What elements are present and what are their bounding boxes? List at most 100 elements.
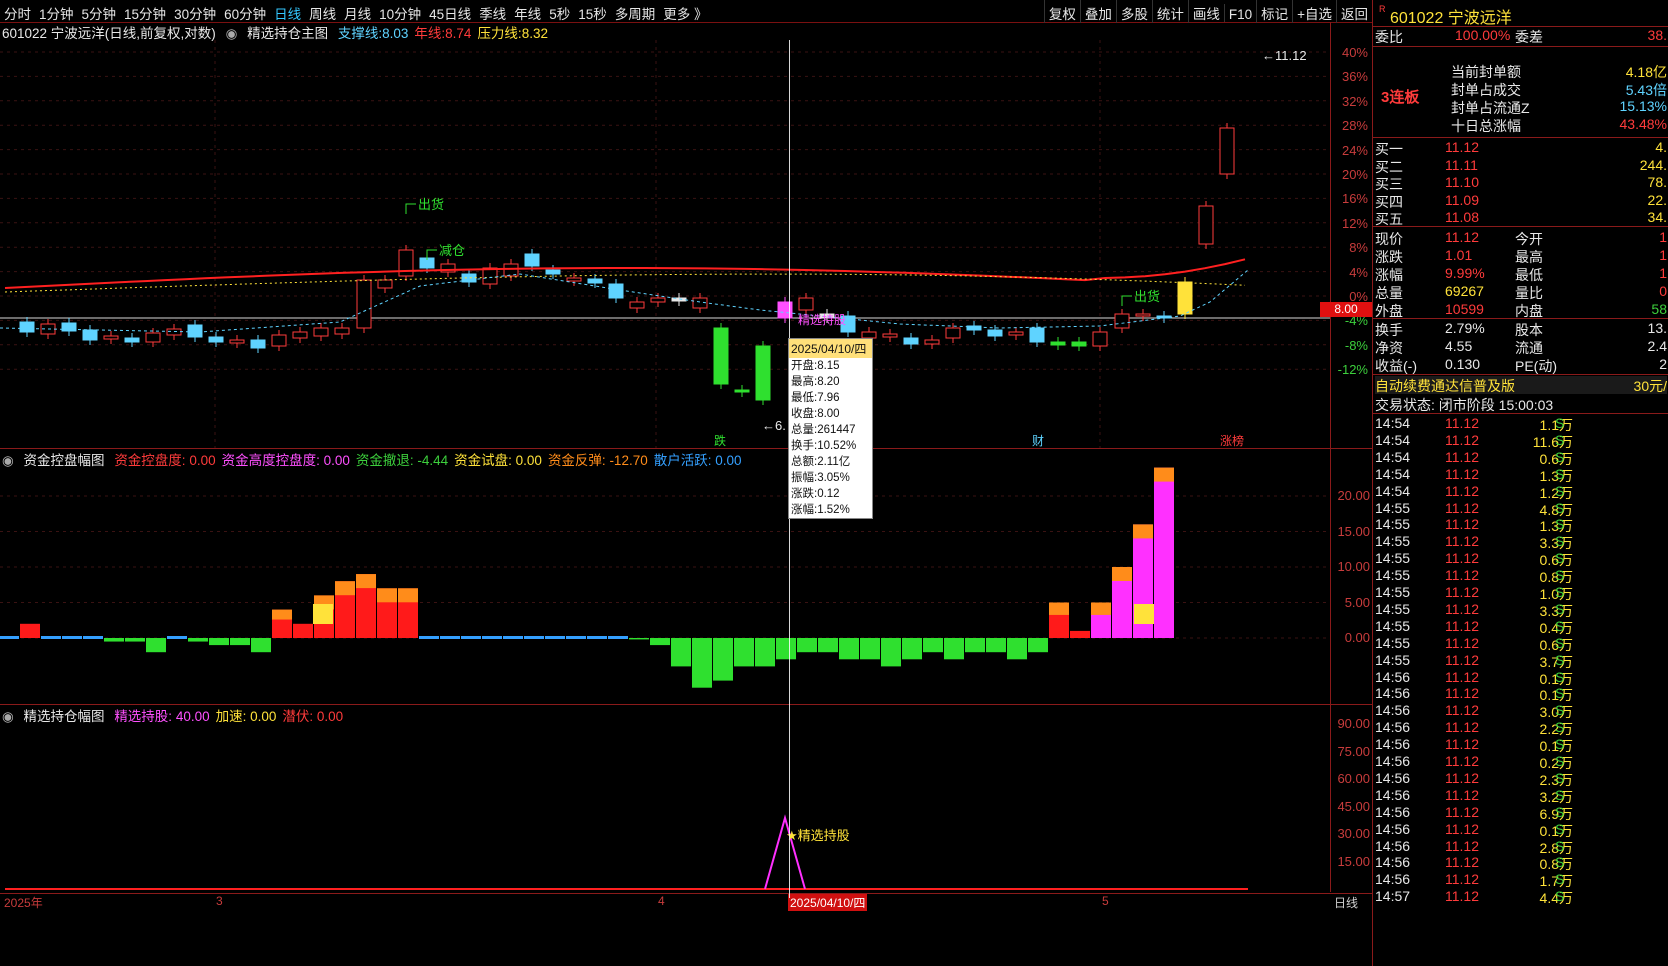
toolbar-button[interactable]: 多股 xyxy=(1115,0,1152,23)
trade-status: 交易状态: 闭市阶段 15:00:03 xyxy=(1375,397,1554,413)
select-hold-chart[interactable]: ★精选持股 xyxy=(0,722,1330,894)
candle-body xyxy=(103,335,119,340)
tooltip-date: 2025/04/10/四 xyxy=(789,339,872,358)
period-tab[interactable]: 日线 xyxy=(270,0,305,23)
fund-control-chart[interactable] xyxy=(0,466,1330,704)
candle-body xyxy=(334,327,350,335)
fund-bar xyxy=(776,638,796,660)
candle-body xyxy=(1198,205,1214,245)
bid-row[interactable]: 买一 11.12 4. xyxy=(1375,139,1667,157)
candle-body xyxy=(145,332,161,343)
period-tab[interactable]: 30分钟 xyxy=(170,0,220,23)
tooltip-row: 最高:8.20 xyxy=(791,376,840,388)
fund-bar xyxy=(20,623,40,638)
stat-row: 净资 4.55 流通 2.4 xyxy=(1375,338,1667,356)
fund-bar xyxy=(923,638,943,653)
candle-body xyxy=(356,279,372,329)
candle-body xyxy=(945,327,961,339)
fund-bar xyxy=(440,636,460,639)
sell-signal-label-2-arrow-icon xyxy=(1121,295,1132,306)
period-tab[interactable]: 更多 》 xyxy=(659,0,711,23)
fund-bar xyxy=(251,638,271,653)
bid-row[interactable]: 买二 11.11 244. xyxy=(1375,157,1667,175)
self-select-button[interactable]: +自选 xyxy=(1292,0,1336,23)
candle-body xyxy=(650,297,666,303)
tick-row: 14:55 11.12 3.3万 S xyxy=(1375,600,1573,619)
service-notice[interactable]: 自动续费通达信普及版 30元/ xyxy=(1375,376,1667,394)
toolbar-button[interactable]: 复权 xyxy=(1043,0,1080,23)
stat-row: 收益(-) 0.130 PE(动) 2 xyxy=(1375,356,1667,374)
indicator-name[interactable]: 精选持仓主图 xyxy=(247,26,328,41)
tick-row: 14:55 11.12 3.7万 S xyxy=(1375,651,1573,670)
tick-row: 14:56 11.12 0.1万 S xyxy=(1375,820,1573,839)
candle-body xyxy=(166,328,182,336)
tick-row: 14:54 11.12 0.6万 S xyxy=(1375,448,1573,467)
period-tab[interactable]: 10分钟 xyxy=(375,0,425,23)
tick-row: 14:56 11.12 0.1万 S xyxy=(1375,668,1573,687)
quote-panel: R 601022 宁波远洋 委比 100.00% 委差 38. 3连板 当前封单… xyxy=(1372,0,1668,966)
tick-row: 14:55 11.12 3.3万 S xyxy=(1375,533,1573,552)
tick-row: 14:56 11.12 0.8万 S xyxy=(1375,854,1573,873)
bid-row[interactable]: 买三 11.10 78. xyxy=(1375,174,1667,192)
fund-bar xyxy=(146,638,166,653)
fund-bar-top xyxy=(1112,567,1132,581)
toolbar-button[interactable]: 返回 xyxy=(1336,0,1372,23)
period-tab[interactable]: 15秒 xyxy=(574,0,611,23)
toolbar-button[interactable]: 叠加 xyxy=(1079,0,1116,23)
bid-row[interactable]: 买五 11.08 34. xyxy=(1375,209,1667,227)
fund-bar-cap xyxy=(313,604,333,624)
stock-code: 601022 xyxy=(1389,10,1444,27)
tick-row: 14:56 11.12 0.2万 S xyxy=(1375,753,1573,771)
period-tab[interactable]: 45日线 xyxy=(425,0,475,23)
seal-info-row: 封单占流通Z 15.13% xyxy=(1451,98,1667,116)
candlestick-chart[interactable]: 出货减仓出货精选持股←11.12←6.跌财涨榜 xyxy=(0,40,1330,450)
period-tab[interactable]: 周线 xyxy=(305,0,340,23)
fund-bar xyxy=(482,636,502,639)
period-tab[interactable]: 月线 xyxy=(340,0,375,23)
tick-row: 14:54 11.12 1.1万 S xyxy=(1375,415,1573,433)
fund-bar xyxy=(629,638,649,640)
tick-row: 14:55 11.12 0.6万 S xyxy=(1375,550,1573,569)
fund-bar xyxy=(671,638,691,667)
low-price-label: ←6. xyxy=(762,418,786,433)
fund-bar xyxy=(41,636,61,639)
bid-row[interactable]: 买四 11.09 22. xyxy=(1375,192,1667,210)
fund-bar xyxy=(1154,467,1174,638)
x-axis-label: 3 xyxy=(216,894,223,908)
toolbar-button[interactable]: 标记 xyxy=(1256,0,1292,23)
toolbar-button[interactable]: 统计 xyxy=(1151,0,1188,23)
event-marker: 涨榜 xyxy=(1220,433,1244,448)
fund-bar xyxy=(860,638,880,660)
period-tab[interactable]: 15分钟 xyxy=(120,0,170,23)
fund-bar xyxy=(1007,638,1027,660)
event-marker: 财 xyxy=(1032,434,1044,448)
legend-line-value: 压力线:8.32 xyxy=(477,26,548,41)
candle-body xyxy=(482,267,498,285)
period-tab[interactable]: 60分钟 xyxy=(220,0,270,23)
period-tab[interactable]: 分时 xyxy=(0,0,35,23)
fund-bar xyxy=(62,636,82,639)
candle-body xyxy=(19,321,35,333)
tooltip-row: 最低:7.96 xyxy=(791,392,840,404)
period-tab[interactable]: 5秒 xyxy=(545,0,574,23)
legend-line-value: 年线:8.74 xyxy=(414,26,472,41)
fund-bar-top xyxy=(272,609,292,620)
period-tab[interactable]: 1分钟 xyxy=(35,0,78,23)
toolbar-button[interactable]: F10 xyxy=(1223,4,1256,22)
fund-bar xyxy=(461,636,481,639)
candle-body xyxy=(755,345,771,401)
period-tab[interactable]: 5分钟 xyxy=(78,0,121,23)
fund-bar-top xyxy=(398,588,418,603)
fund-bar xyxy=(503,636,523,639)
fund-bar xyxy=(1070,630,1090,638)
indicator-selector-icon[interactable]: ◉ xyxy=(226,26,238,41)
fund-bar xyxy=(419,636,439,639)
period-tab[interactable]: 季线 xyxy=(475,0,510,23)
fund-bar xyxy=(608,636,628,639)
period-tab[interactable]: 年线 xyxy=(510,0,545,23)
period-tab[interactable]: 多周期 xyxy=(611,0,660,23)
tooltip-row: 涨幅:1.52% xyxy=(791,504,850,516)
right-toolbar: 复权 叠加 多股 统计 画线 F10 标记 +自选 返回 xyxy=(1043,0,1372,23)
toolbar-button[interactable]: 画线 xyxy=(1187,0,1224,23)
candle-body xyxy=(124,337,140,343)
